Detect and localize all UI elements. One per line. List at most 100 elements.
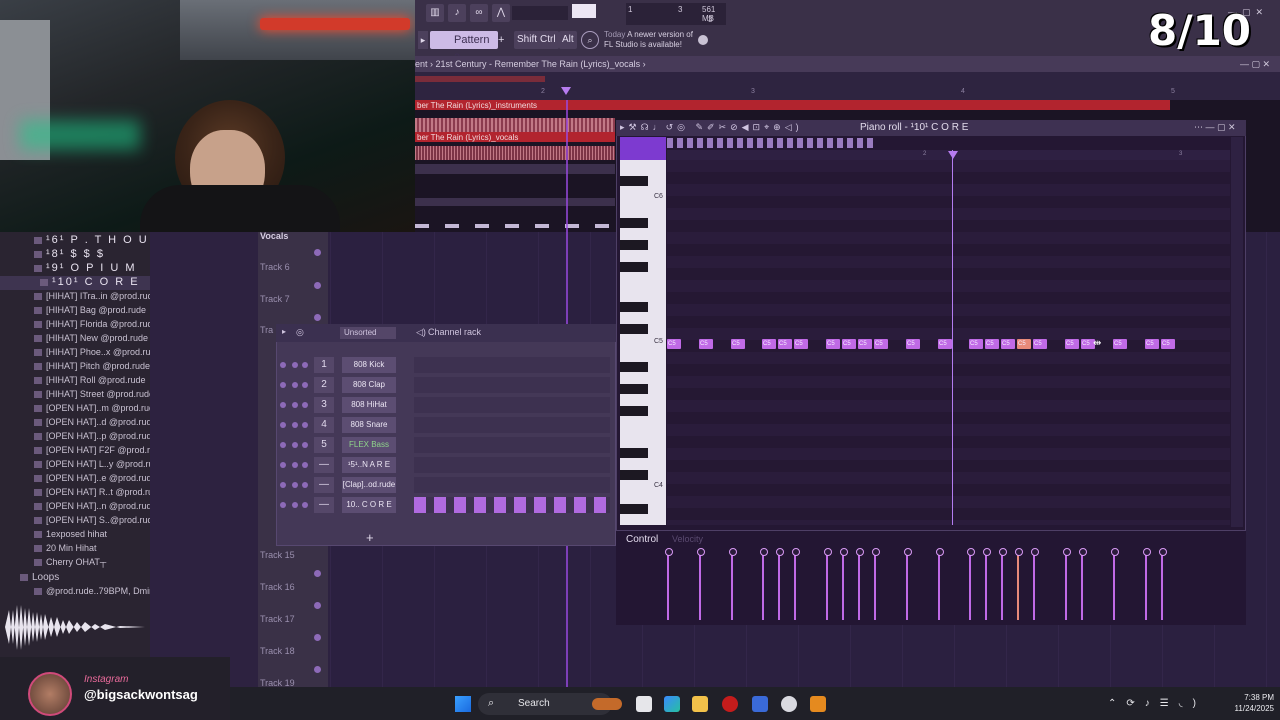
track-mute-dot[interactable]: [314, 570, 321, 577]
note[interactable]: C5: [842, 339, 856, 349]
black-key[interactable]: [620, 504, 648, 514]
note[interactable]: C5: [1033, 339, 1047, 349]
track-label[interactable]: Vocals: [260, 231, 288, 241]
pattern-clip[interactable]: [415, 224, 615, 228]
track-mute-dot[interactable]: [314, 602, 321, 609]
channel-number[interactable]: —: [314, 497, 334, 513]
update-icon[interactable]: ⌕: [581, 31, 599, 49]
channel-number[interactable]: 1: [314, 357, 334, 373]
channel-steps[interactable]: [414, 377, 610, 393]
channel-volume-knob[interactable]: [302, 362, 308, 368]
velocity-bar[interactable]: [792, 548, 800, 620]
note[interactable]: C5: [731, 339, 745, 349]
channel-pan-knob[interactable]: [292, 502, 298, 508]
channel-row[interactable]: — 10.. C O R E: [280, 497, 610, 513]
note[interactable]: C5: [858, 339, 872, 349]
channel-pan-knob[interactable]: [292, 422, 298, 428]
channel-led[interactable]: [280, 502, 286, 508]
black-key[interactable]: [620, 362, 648, 372]
channel-pan-knob[interactable]: [292, 362, 298, 368]
channel-led[interactable]: [280, 442, 286, 448]
browser-file[interactable]: [OPEN HAT]..d @prod.rude: [0, 417, 150, 431]
taskbar-clock[interactable]: 7:38 PM 11/24/2025: [1204, 692, 1274, 714]
black-key[interactable]: [620, 470, 648, 480]
velocity-bar-selected[interactable]: [1015, 548, 1023, 620]
channel-pan-knob[interactable]: [292, 402, 298, 408]
browser-file[interactable]: 1exposed hihat: [0, 529, 150, 543]
velocity-bar[interactable]: [840, 548, 848, 620]
black-key[interactable]: [620, 176, 648, 186]
channel-name-button[interactable]: 808 Kick: [342, 357, 396, 373]
track-mute-dot[interactable]: [314, 249, 321, 256]
note[interactable]: C5: [699, 339, 713, 349]
note[interactable]: C5: [826, 339, 840, 349]
playhead-marker[interactable]: [561, 87, 571, 95]
velocity-bar[interactable]: [1031, 548, 1039, 620]
channel-name-button[interactable]: [Clap]..od.rude: [342, 477, 396, 493]
chrome-icon[interactable]: [781, 696, 797, 712]
playlist-window-controls[interactable]: — ▢ ✕: [1240, 59, 1270, 70]
velocity-bar[interactable]: [999, 548, 1007, 620]
browser-folder[interactable]: ¹6¹ P . T H O U S E: [0, 234, 150, 248]
note[interactable]: C5: [1113, 339, 1127, 349]
velocity-bar[interactable]: [697, 548, 705, 620]
channel-number[interactable]: 5: [314, 437, 334, 453]
browser-file[interactable]: [HIHAT] Florida @prod.rude: [0, 319, 150, 333]
channel-volume-knob[interactable]: [302, 422, 308, 428]
browser-folder-loops[interactable]: Loops: [0, 572, 150, 586]
channel-steps[interactable]: [414, 357, 610, 373]
velocity-bar[interactable]: [872, 548, 880, 620]
channel-name-button[interactable]: 808 HiHat: [342, 397, 396, 413]
velocity-bar[interactable]: [824, 548, 832, 620]
control-label[interactable]: Control: [626, 534, 658, 545]
channel-row[interactable]: 5 FLEX Bass: [280, 437, 610, 453]
channel-steps[interactable]: [414, 437, 610, 453]
velocity-bar[interactable]: [1063, 548, 1071, 620]
track-mute-dot[interactable]: [314, 666, 321, 673]
browser-file[interactable]: [OPEN HAT]..e @prod.rude: [0, 473, 150, 487]
wait-icon[interactable]: ∞: [470, 4, 488, 22]
note[interactable]: C5: [1161, 339, 1175, 349]
piano-roll-playhead-marker[interactable]: [948, 151, 958, 159]
channel-row[interactable]: — [Clap]..od.rude: [280, 477, 610, 493]
velocity-bar[interactable]: [760, 548, 768, 620]
channel-pan-knob[interactable]: [292, 442, 298, 448]
black-key[interactable]: [620, 218, 648, 228]
browser-file[interactable]: [OPEN HAT]..p @prod.rude: [0, 431, 150, 445]
track-label[interactable]: Track 17: [260, 614, 295, 624]
track-label[interactable]: Track 18: [260, 646, 295, 656]
ctrl-key-button[interactable]: Ctrl: [537, 31, 559, 49]
note[interactable]: C5: [794, 339, 808, 349]
black-key[interactable]: [620, 324, 648, 334]
channel-number[interactable]: —: [314, 457, 334, 473]
channel-led[interactable]: [280, 382, 286, 388]
browser-file[interactable]: [HIHAT] Bag @prod.rude: [0, 305, 150, 319]
track-mute-dot[interactable]: [314, 634, 321, 641]
track-label[interactable]: Track 6: [260, 262, 290, 272]
note[interactable]: C5: [1065, 339, 1079, 349]
velocity-bar[interactable]: [729, 548, 737, 620]
channel-volume-knob[interactable]: [302, 402, 308, 408]
browser-folder[interactable]: ¹9¹ O P I U M: [0, 262, 150, 276]
browser-file[interactable]: [OPEN HAT] R..t @prod.rude: [0, 487, 150, 501]
channel-row[interactable]: 1 808 Kick: [280, 357, 610, 373]
channel-led[interactable]: [280, 422, 286, 428]
black-key[interactable]: [620, 262, 648, 272]
browser-file[interactable]: [HIHAT] New @prod.rude: [0, 333, 150, 347]
browser-file[interactable]: [OPEN HAT]..n @prod.rude: [0, 501, 150, 515]
browser-file[interactable]: [HIHAT] Roll @prod.rude: [0, 375, 150, 389]
note[interactable]: C5: [1145, 339, 1159, 349]
track-label[interactable]: Track 15: [260, 550, 295, 560]
fl-studio-icon[interactable]: [810, 696, 826, 712]
pattern-selector[interactable]: Pattern 2: [430, 31, 498, 64]
channel-led[interactable]: [280, 482, 286, 488]
track-label[interactable]: Track 7: [260, 294, 290, 304]
channel-steps[interactable]: [414, 397, 610, 413]
velocity-bar[interactable]: [983, 548, 991, 620]
channel-name-button[interactable]: 808 Clap: [342, 377, 396, 393]
browser-file[interactable]: [OPEN HAT] L..y @prod.rude: [0, 459, 150, 473]
browser-file[interactable]: 20 Min Hihat: [0, 543, 150, 557]
add-channel-button[interactable]: +: [366, 530, 374, 545]
opera-icon[interactable]: [722, 696, 738, 712]
note[interactable]: C5: [667, 339, 681, 349]
